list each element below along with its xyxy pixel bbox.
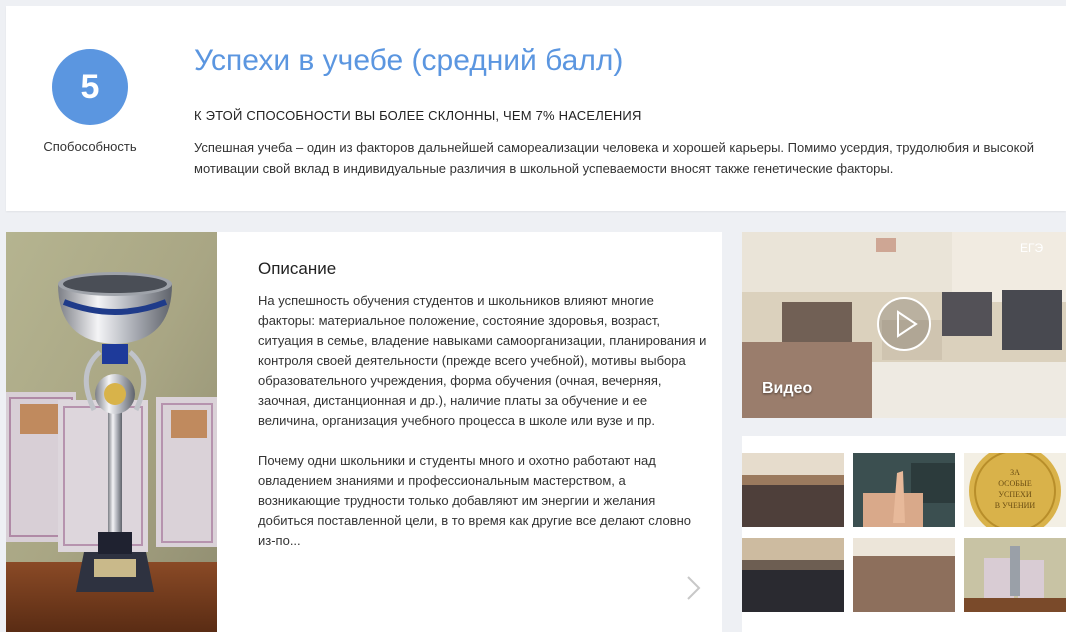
ability-summary: Успешная учеба – один из факторов дальне… bbox=[194, 140, 1034, 176]
trophy-photo bbox=[6, 232, 217, 632]
video-watermark: ЕГЭ bbox=[1020, 241, 1044, 255]
gallery-thumb-medal[interactable]: ЗА ОСОБЫЕ УСПЕХИ В УЧЕНИИ bbox=[964, 453, 1066, 527]
description-card: Описание На успешность обучения студенто… bbox=[6, 232, 722, 632]
video-card[interactable]: ЕГЭ Видео bbox=[742, 232, 1066, 418]
video-label: Видео bbox=[762, 380, 813, 397]
predisposition-subtitle: К ЭТОЙ СПОСОБНОСТИ ВЫ БОЛЕЕ СКЛОННЫ, ЧЕМ… bbox=[194, 108, 642, 123]
medal-text: ЗА bbox=[1010, 468, 1020, 477]
score-label: Спобособность bbox=[43, 139, 137, 154]
description-paragraph: Почему одни школьники и студенты много и… bbox=[258, 453, 692, 548]
gallery-thumb-auditorium[interactable] bbox=[853, 538, 955, 612]
page-title: Успехи в учебе (средний балл) bbox=[194, 44, 624, 77]
gallery-thumb-raised-hand[interactable] bbox=[853, 453, 955, 527]
photo-gallery: ЗА ОСОБЫЕ УСПЕХИ В УЧЕНИИ bbox=[742, 436, 1066, 632]
chevron-right-icon[interactable] bbox=[682, 573, 704, 603]
ability-header-card: 5 Спобособность Успехи в учебе (средний … bbox=[6, 6, 1066, 211]
gallery-thumb-trophy[interactable] bbox=[964, 538, 1066, 612]
medal-text: УСПЕХИ bbox=[998, 490, 1031, 499]
description-paragraph: На успешность обучения студентов и школь… bbox=[258, 293, 707, 428]
gallery-thumb-graduates-hall[interactable] bbox=[742, 453, 844, 527]
medal-text: В УЧЕНИИ bbox=[995, 501, 1036, 510]
gallery-thumb-graduation-caps[interactable] bbox=[742, 538, 844, 612]
description-body: Описание На успешность обучения студенто… bbox=[258, 259, 708, 571]
description-title: Описание bbox=[258, 259, 337, 278]
score-badge: 5 bbox=[52, 49, 128, 125]
medal-text: ОСОБЫЕ bbox=[998, 479, 1032, 488]
play-icon[interactable] bbox=[876, 296, 932, 352]
